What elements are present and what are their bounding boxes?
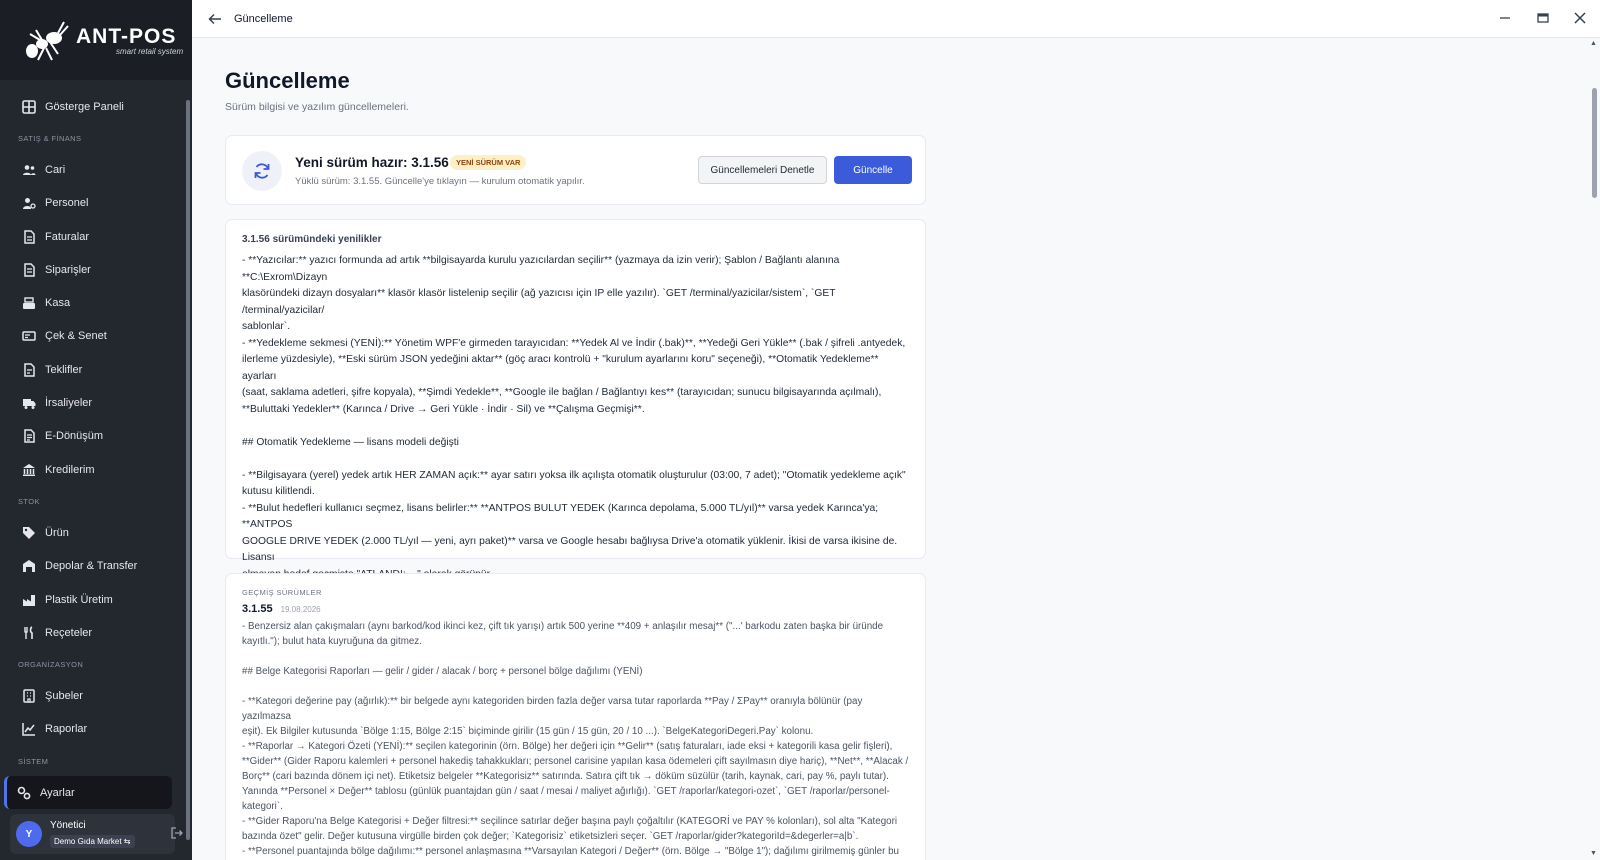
whats-new-title: 3.1.56 sürümündeki yenilikler (242, 234, 382, 245)
sidebar-item-label: Reçeteler (45, 626, 93, 639)
sidebar: ANT-POS smart retail system Gösterge Pan… (0, 0, 192, 860)
sidebar-section-title: SİSTEM (18, 756, 49, 766)
sidebar-item-label: Plastik Üretim (45, 593, 113, 606)
page-title: Güncelleme (225, 68, 350, 93)
dashboard-icon (22, 99, 36, 114)
sidebar-item-receteler[interactable]: Reçeteler (0, 616, 192, 649)
update-description: Yüklü sürüm: 3.1.55. Güncelle'ye tıklayı… (295, 176, 585, 187)
minimize-icon[interactable] (1497, 10, 1513, 26)
update-button[interactable]: Güncelle (834, 156, 912, 184)
whats-new-card: 3.1.56 sürümündeki yenilikler - **Yazıcı… (225, 219, 926, 646)
sidebar-item-urun[interactable]: Ürün (0, 516, 192, 549)
sidebar-section-title: STOK (18, 496, 40, 506)
sidebar-item-label: Faturalar (45, 230, 90, 243)
branch-icon (23, 689, 35, 703)
scrollbar-thumb[interactable] (1592, 88, 1597, 198)
order-icon (24, 263, 35, 277)
sidebar-item-irsaliyeler[interactable]: İrsaliyeler (0, 386, 192, 419)
sidebar-item-kredilerim[interactable]: Kredilerim (0, 453, 192, 486)
settings-icon (17, 786, 31, 800)
sidebar-item-plastik-uretim[interactable]: Plastik Üretim (0, 583, 192, 616)
sidebar-item-label: Ayarlar (40, 786, 75, 799)
sidebar-item-ayarlar[interactable]: Ayarlar (4, 776, 172, 810)
sidebar-section-title: ORGANİZASYON (18, 659, 84, 669)
warehouse-icon (23, 560, 35, 573)
page-subtitle: Sürüm bilgisi ve yazılım güncellemeleri. (225, 101, 409, 113)
sidebar-nav: Gösterge Paneli SATIŞ & FİNANS Cari Pers… (0, 80, 192, 810)
invoice-icon (24, 229, 35, 244)
sidebar-item-depolar[interactable]: Depolar & Transfer (0, 550, 192, 583)
sidebar-item-label: Ürün (45, 526, 69, 539)
sidebar-item-siparisler[interactable]: Siparişler (0, 253, 192, 286)
update-title: Yeni sürüm hazır: 3.1.56 (295, 155, 449, 170)
user-cog-icon (23, 198, 36, 210)
quote-icon (24, 362, 35, 377)
previous-versions-label: GEÇMİŞ SÜRÜMLER (242, 588, 322, 597)
tag-icon (23, 526, 35, 539)
sidebar-section-title: SATIŞ & FİNANS (18, 133, 82, 143)
e-document-icon (24, 429, 35, 444)
cash-register-icon (23, 297, 35, 310)
truck-icon (23, 399, 36, 410)
logout-icon[interactable] (171, 827, 183, 839)
sidebar-item-label: E-Dönüşüm (45, 430, 104, 443)
user-name: Yönetici (50, 819, 86, 831)
sidebar-item-cari[interactable]: Cari (0, 153, 192, 186)
window-title: Güncelleme (234, 12, 293, 25)
maximize-icon[interactable] (1535, 10, 1551, 26)
sidebar-item-raporlar[interactable]: Raporlar (0, 713, 192, 746)
scroll-up-icon[interactable]: ▲ (1590, 40, 1598, 48)
sidebar-item-label: Gösterge Paneli (45, 100, 124, 113)
sidebar-item-teklifler[interactable]: Teklifler (0, 353, 192, 386)
sidebar-item-label: Kredilerim (45, 463, 95, 476)
sidebar-item-label: Teklifler (45, 363, 83, 376)
sidebar-item-dashboard[interactable]: Gösterge Paneli (0, 90, 192, 123)
sidebar-item-faturalar[interactable]: Faturalar (0, 220, 192, 253)
check-updates-button[interactable]: Güncellemeleri Denetle (698, 156, 827, 184)
version-date: 19.08.2026 (280, 605, 321, 614)
avatar: Y (16, 821, 42, 847)
back-arrow-icon[interactable] (208, 12, 222, 26)
sidebar-item-label: Cari (45, 163, 66, 176)
version-notes: - Benzersiz alan çakışmaları (aynı barko… (242, 621, 909, 857)
update-status-card: Yeni sürüm hazır: 3.1.56 YENİ SÜRÜM VAR … (225, 135, 926, 205)
bank-icon (23, 463, 35, 476)
sidebar-item-label: Siparişler (45, 263, 91, 276)
sidebar-item-label: İrsaliyeler (45, 397, 93, 410)
user-panel[interactable]: Y Yönetici Demo Gıda Market ⇆ (10, 814, 183, 854)
sidebar-item-e-donusum[interactable]: E-Dönüşüm (0, 420, 192, 453)
main-scrollbar[interactable]: ▲ ▼ (1588, 38, 1600, 860)
sidebar-scrollbar[interactable] (186, 100, 190, 840)
users-icon (23, 165, 36, 175)
factory-icon (23, 594, 35, 606)
sidebar-item-label: Şubeler (45, 690, 83, 703)
previous-versions-card: GEÇMİŞ SÜRÜMLER 3.1.55 19.08.2026 - Benz… (225, 573, 926, 860)
sidebar-item-subeler[interactable]: Şubeler (0, 679, 192, 712)
app-name: ANT-POS (76, 24, 177, 48)
title-bar: Güncelleme (192, 0, 1600, 38)
sidebar-item-label: Depolar & Transfer (45, 560, 138, 573)
store-switch-button[interactable]: Demo Gıda Market ⇆ (50, 834, 135, 848)
logo: ANT-POS smart retail system (0, 0, 192, 80)
status-badge: YENİ SÜRÜM VAR (450, 155, 527, 170)
sidebar-item-label: Personel (45, 197, 89, 210)
scroll-down-icon[interactable]: ▼ (1590, 850, 1598, 858)
utensils-icon (24, 626, 33, 639)
sidebar-item-label: Çek & Senet (45, 330, 107, 343)
app-tagline: smart retail system (116, 46, 184, 56)
sidebar-item-kasa[interactable]: Kasa (0, 286, 192, 319)
ant-logo-icon (26, 21, 69, 61)
chart-line-icon (22, 723, 35, 737)
sidebar-item-cek-senet[interactable]: Çek & Senet (0, 320, 192, 353)
main-content: Güncelleme Sürüm bilgisi ve yazılım günc… (192, 38, 1588, 860)
check-money-icon (22, 331, 36, 342)
sidebar-item-label: Raporlar (45, 723, 88, 736)
sidebar-item-label: Kasa (45, 297, 71, 310)
refresh-icon (242, 151, 282, 191)
sidebar-item-personel[interactable]: Personel (0, 187, 192, 220)
version-number: 3.1.55 (242, 603, 273, 615)
close-icon[interactable] (1572, 10, 1588, 26)
